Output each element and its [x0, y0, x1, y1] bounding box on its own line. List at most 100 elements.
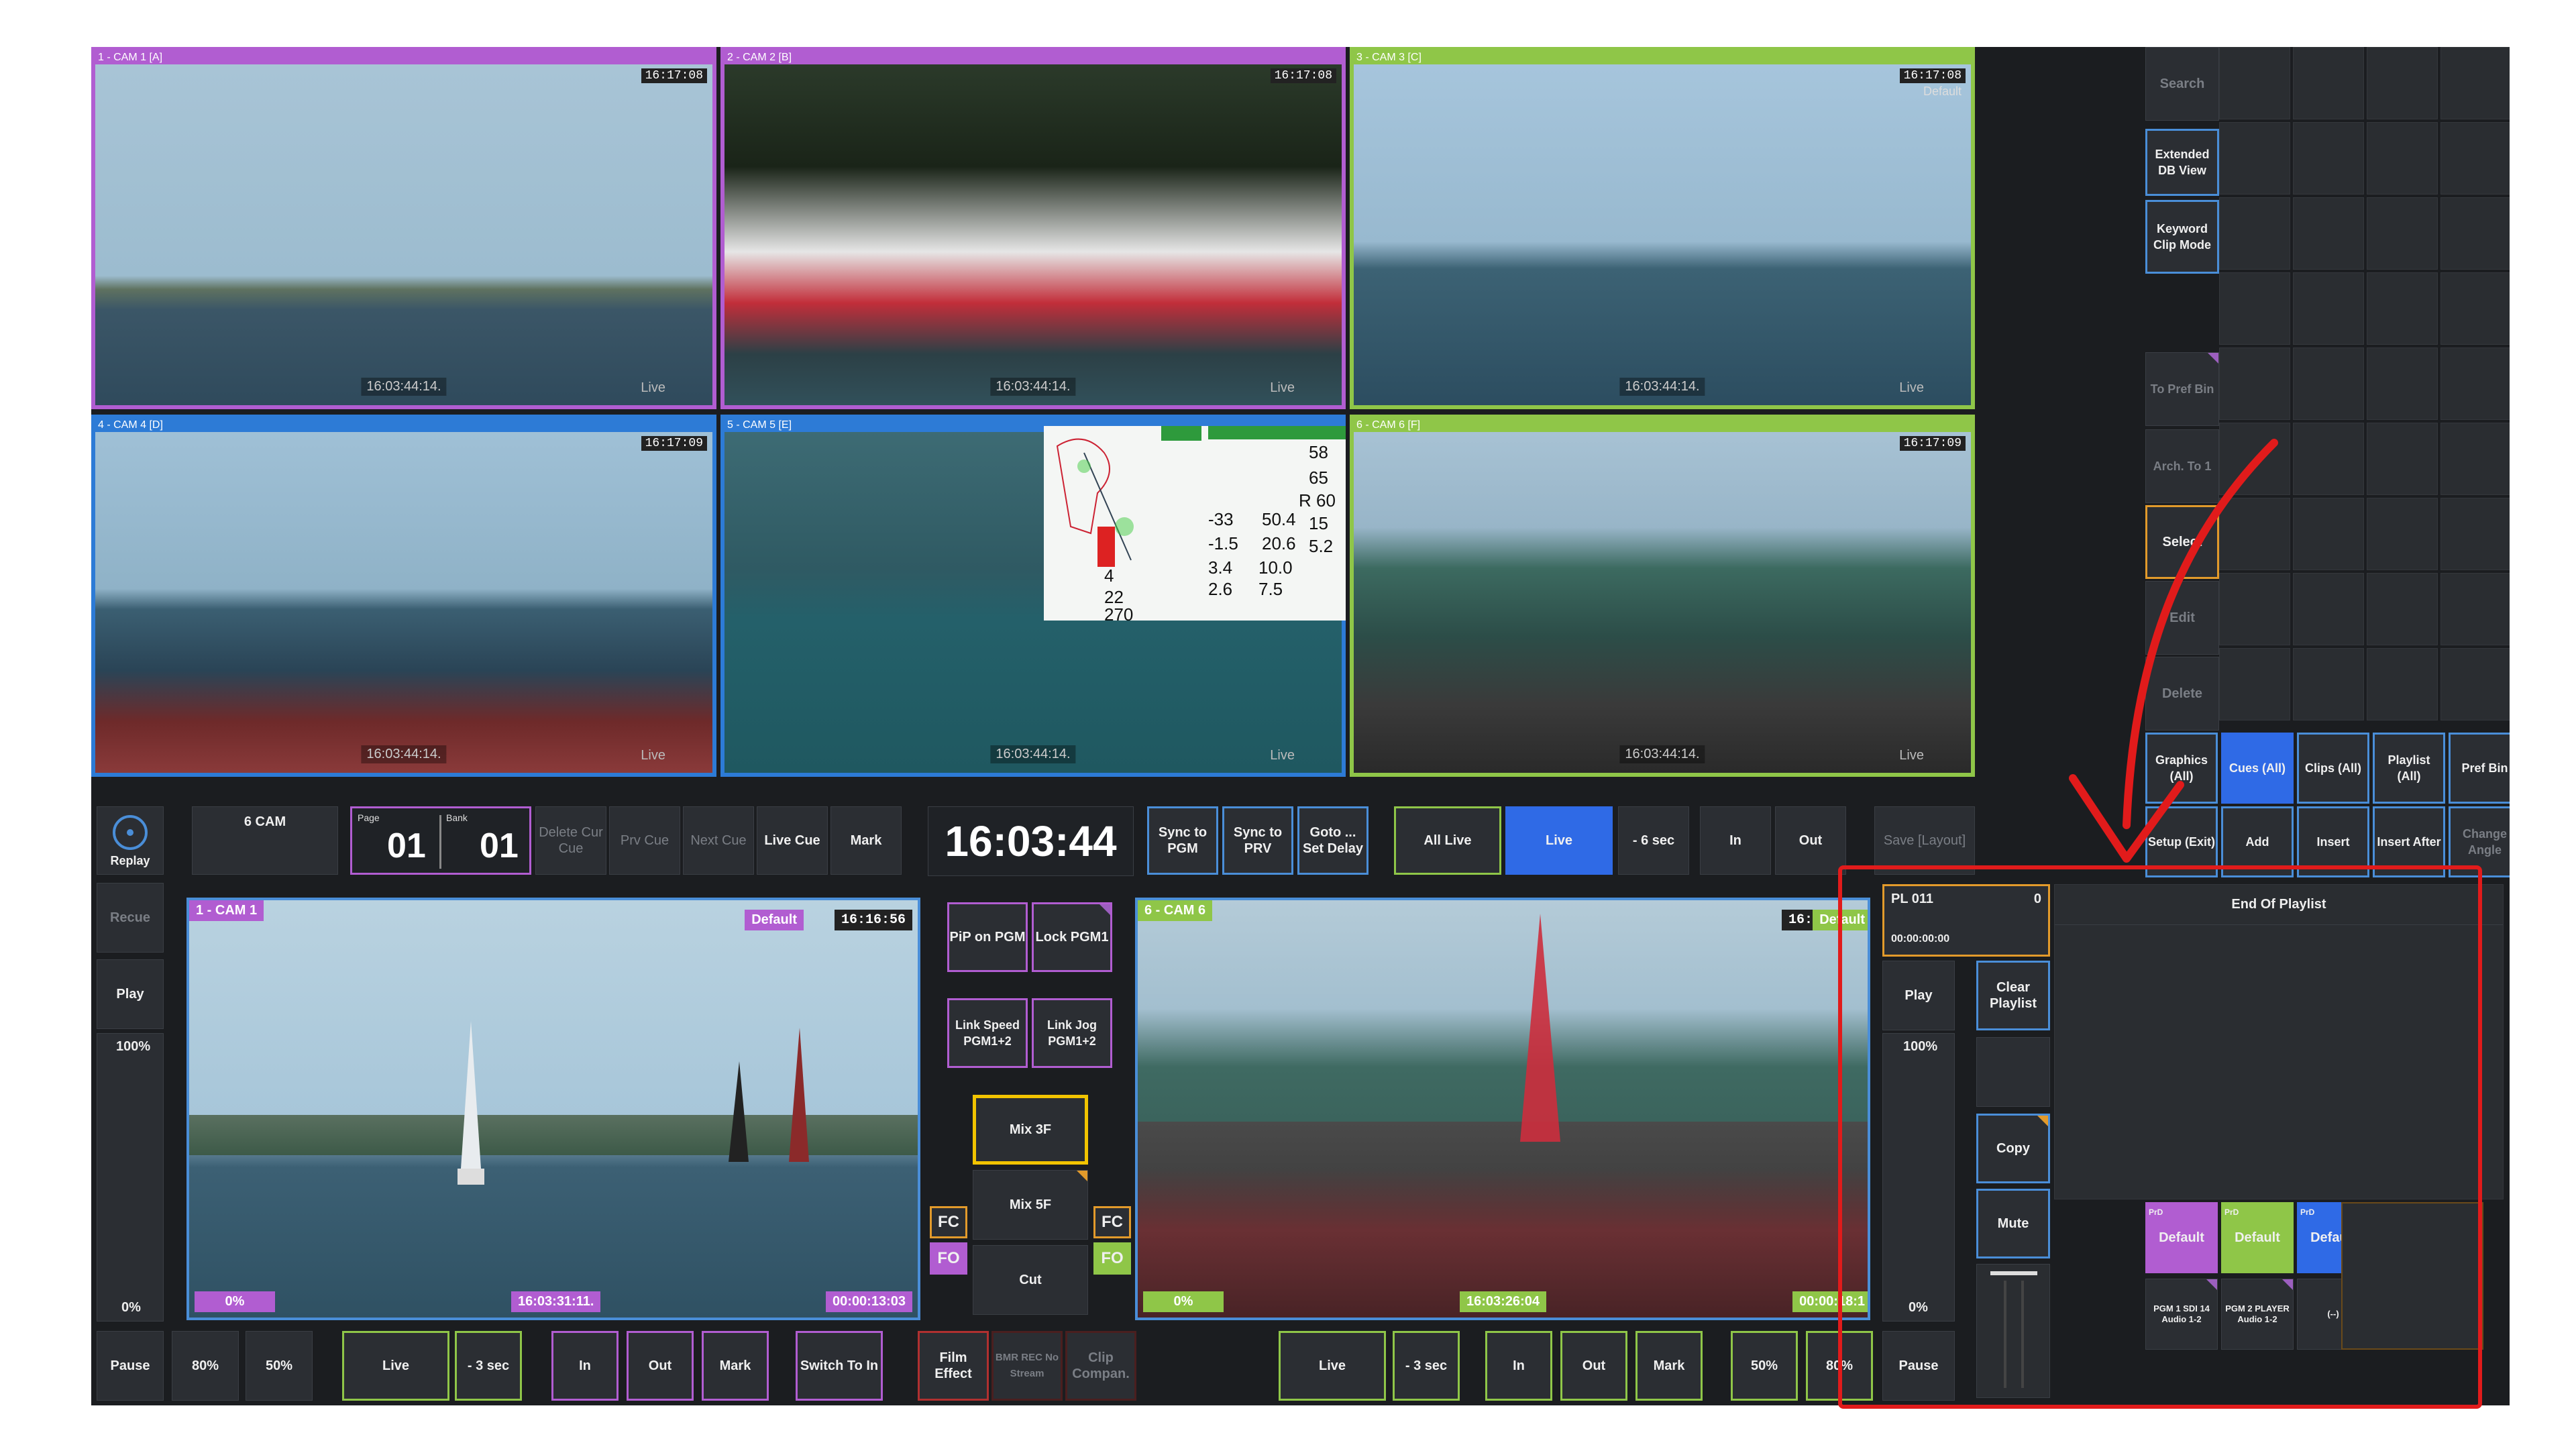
playlist-area[interactable]: End Of Playlist	[2054, 884, 2504, 1199]
delete-cur-cue-button[interactable]: Delete Cur Cue	[535, 806, 606, 875]
clip-slot[interactable]	[2367, 272, 2438, 345]
clip-slot[interactable]	[2367, 648, 2438, 720]
multiview-tile[interactable]: 3 - CAM 3 [C] 16:17:08 16:03:44:14. Live Def…	[1350, 47, 1975, 409]
clip-slot[interactable]	[2293, 197, 2364, 270]
clip-slot[interactable]	[2367, 197, 2438, 270]
clip-slot[interactable]	[2293, 122, 2364, 195]
clip-slot[interactable]	[2440, 423, 2510, 495]
pgm1-viewer[interactable]: 1 - CAM 1 Default 16:16:56 0% 16:03:31:1…	[186, 898, 920, 1320]
preset-output-button[interactable]: PGM 1 SDI 14 Audio 1-2	[2145, 1279, 2218, 1350]
next-cue-button[interactable]: Next Cue	[683, 806, 754, 875]
bottom-left-button[interactable]: Mark	[702, 1331, 769, 1401]
sync-to-prv-button[interactable]: Sync to PRV	[1222, 806, 1293, 875]
bottom-left-button[interactable]: In	[551, 1331, 619, 1401]
clip-slot[interactable]	[2219, 648, 2290, 720]
keyword-clip-mode-button[interactable]: Keyword Clip Mode	[2145, 200, 2219, 274]
link-speed-button[interactable]: Link Speed PGM1+2	[947, 998, 1028, 1068]
mark-button[interactable]: Mark	[830, 806, 902, 875]
clip-companion-button[interactable]: Clip Compan.	[1065, 1331, 1136, 1401]
fc-left-button[interactable]: FC	[930, 1206, 967, 1238]
clip-slot[interactable]	[2367, 498, 2438, 570]
clip-slot[interactable]	[2367, 122, 2438, 195]
clip-slot[interactable]	[2219, 47, 2290, 119]
bmr-rec-button[interactable]: BMR REC No Stream	[991, 1331, 1063, 1401]
clear-playlist-button[interactable]: Clear Playlist	[1976, 961, 2050, 1030]
action-button[interactable]: Change Angle	[2449, 806, 2510, 877]
clip-slot[interactable]	[2440, 197, 2510, 270]
preset-output-button[interactable]: PGM 2 PLAYER Audio 1-2	[2221, 1279, 2294, 1350]
clip-slot[interactable]	[2367, 47, 2438, 119]
bottom-right-button[interactable]: Live	[1279, 1331, 1386, 1401]
action-button[interactable]: Insert After	[2373, 806, 2445, 877]
clip-slot[interactable]	[2440, 272, 2510, 345]
bottom-left-button[interactable]: Out	[627, 1331, 694, 1401]
clip-slot[interactable]	[2293, 498, 2364, 570]
bottom-right-button[interactable]: Pause	[1882, 1331, 1955, 1401]
category-tab[interactable]: Playlist (All)	[2373, 733, 2445, 804]
all-live-button[interactable]: All Live	[1394, 806, 1501, 875]
mute-button[interactable]: Mute	[1976, 1189, 2050, 1258]
multiview-tile[interactable]: 2 - CAM 2 [B] 16:17:08 16:03:44:14. Live	[720, 47, 1346, 409]
sync-to-pgm-button[interactable]: Sync to PGM	[1147, 806, 1218, 875]
arch-to-1-button[interactable]: Arch. To 1	[2145, 429, 2219, 503]
category-tab[interactable]: Cues (All)	[2221, 733, 2294, 804]
clip-slot[interactable]	[2219, 498, 2290, 570]
clip-slot[interactable]	[2367, 423, 2438, 495]
mix-5f-button[interactable]: Mix 5F	[973, 1170, 1088, 1240]
multiview-tile[interactable]: 4 - CAM 4 [D] 16:17:09 16:03:44:14. Live	[91, 415, 716, 777]
cut-button[interactable]: Cut	[973, 1245, 1088, 1315]
clip-slot[interactable]	[2219, 197, 2290, 270]
bottom-left-button[interactable]: - 3 sec	[455, 1331, 522, 1401]
action-button[interactable]: Setup (Exit)	[2145, 806, 2218, 877]
minus-6-sec-button[interactable]: - 6 sec	[1618, 806, 1689, 875]
bottom-left-button[interactable]: 80%	[172, 1331, 239, 1401]
preset-button[interactable]: PrD Default	[2221, 1202, 2294, 1273]
select-button[interactable]: Select	[2145, 505, 2219, 579]
bottom-left-button[interactable]: Switch To In	[796, 1331, 883, 1401]
clip-slot[interactable]	[2219, 423, 2290, 495]
speed-fader-left[interactable]: 100% 0%	[97, 1033, 164, 1322]
delete-button[interactable]: Delete	[2145, 657, 2219, 731]
clip-slot[interactable]	[2293, 47, 2364, 119]
out-button[interactable]: Out	[1775, 806, 1846, 875]
copy-button[interactable]: Copy	[1976, 1114, 2050, 1183]
save-layout-button[interactable]: Save [Layout]	[1874, 806, 1975, 875]
replay-button[interactable]: Replay	[97, 806, 164, 875]
prev-cue-button[interactable]: Prv Cue	[609, 806, 680, 875]
clip-slot[interactable]	[2219, 573, 2290, 645]
bottom-left-button[interactable]: 50%	[246, 1331, 313, 1401]
clip-slot[interactable]	[2293, 347, 2364, 420]
edit-button[interactable]: Edit	[2145, 581, 2219, 655]
bottom-right-button[interactable]: In	[1485, 1331, 1552, 1401]
film-effect-button[interactable]: Film Effect	[918, 1331, 989, 1401]
clip-slot[interactable]	[2440, 498, 2510, 570]
bottom-right-button[interactable]: - 3 sec	[1393, 1331, 1460, 1401]
live-cue-button[interactable]: Live Cue	[757, 806, 828, 875]
goto-set-delay-button[interactable]: Goto ... Set Delay	[1297, 806, 1368, 875]
clip-slot[interactable]	[2219, 122, 2290, 195]
clip-slot[interactable]	[2440, 648, 2510, 720]
multiview-tile[interactable]: 1 - CAM 1 [A] 16:17:08 16:03:44:14. Live	[91, 47, 716, 409]
clip-slot[interactable]	[2440, 122, 2510, 195]
pgm2-viewer[interactable]: 6 - CAM 6 16:1 Default 0% 16:03:26:04 00…	[1135, 898, 1870, 1320]
in-button[interactable]: In	[1700, 806, 1771, 875]
clip-slot[interactable]	[2219, 272, 2290, 345]
clip-slot[interactable]	[2367, 347, 2438, 420]
category-tab[interactable]: Pref Bin	[2449, 733, 2510, 804]
bottom-right-button[interactable]: 80%	[1806, 1331, 1873, 1401]
to-pref-bin-button[interactable]: To Pref Bin	[2145, 352, 2219, 426]
action-button[interactable]: Add	[2221, 806, 2294, 877]
playlist-speed-fader[interactable]: 100% 0%	[1882, 1033, 1955, 1322]
clip-slot[interactable]	[2293, 573, 2364, 645]
search-button[interactable]: Search	[2145, 47, 2219, 121]
bottom-right-button[interactable]: 50%	[1731, 1331, 1798, 1401]
bottom-left-button[interactable]: Live	[342, 1331, 449, 1401]
recue-button[interactable]: Recue	[97, 883, 164, 953]
bottom-left-button[interactable]: Pause	[97, 1331, 164, 1401]
lock-pgm1-button[interactable]: Lock PGM1	[1032, 902, 1112, 972]
clip-slot[interactable]	[2367, 573, 2438, 645]
clip-slot[interactable]	[2219, 347, 2290, 420]
multiview-tile[interactable]: 6 - CAM 6 [F] 16:17:09 16:03:44:14. Live	[1350, 415, 1975, 777]
mix-3f-button[interactable]: Mix 3F	[973, 1095, 1088, 1165]
live-button[interactable]: Live	[1505, 806, 1613, 875]
